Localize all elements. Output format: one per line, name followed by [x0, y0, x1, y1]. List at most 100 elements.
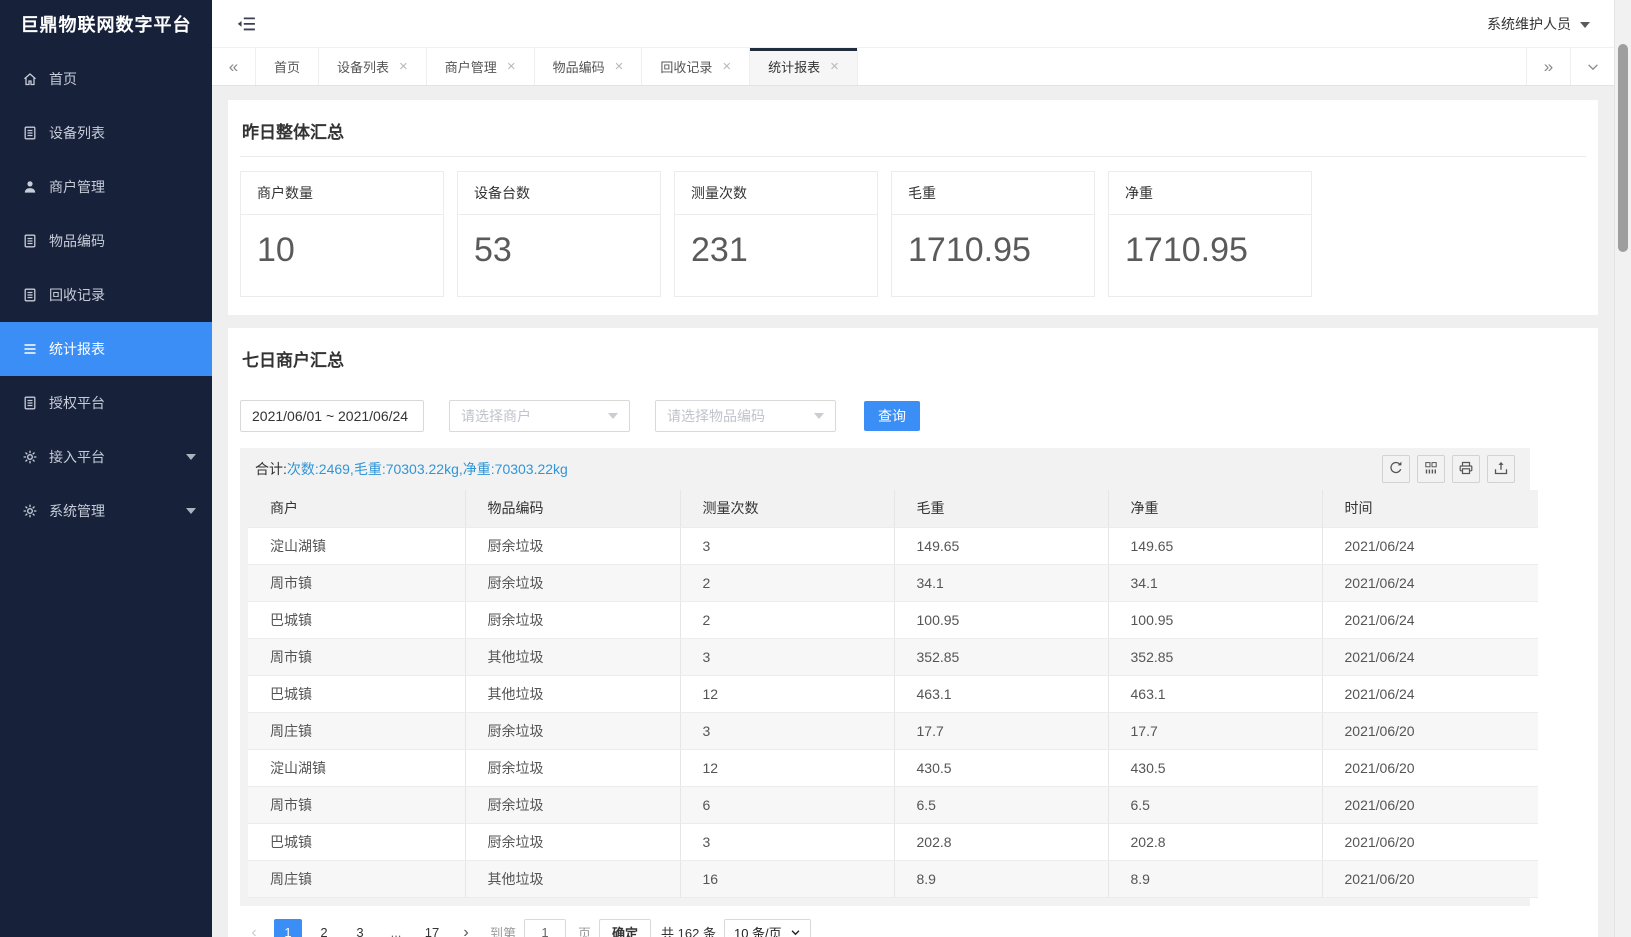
table-cell: 463.1 [894, 675, 1108, 712]
sidebar-item-item-code[interactable]: 物品编码 [0, 214, 212, 268]
column-header: 商户 [248, 490, 465, 527]
table-row[interactable]: 周庄镇其他垃圾168.98.92021/06/20 [248, 860, 1538, 897]
tabs-scroll-right-icon[interactable]: » [1526, 48, 1570, 85]
table-row[interactable]: 巴城镇厨余垃圾2100.95100.952021/06/24 [248, 601, 1538, 638]
page-content: 昨日整体汇总 商户数量10设备台数53测量次数231毛重1710.95净重171… [212, 86, 1614, 937]
close-icon[interactable]: × [830, 59, 839, 74]
close-icon[interactable]: × [722, 59, 731, 74]
table-cell: 巴城镇 [248, 675, 465, 712]
sidebar-menu: 首页设备列表商户管理物品编码回收记录统计报表授权平台接入平台系统管理 [0, 52, 212, 538]
gear-icon [22, 449, 38, 465]
sidebar-item-label: 授权平台 [49, 393, 105, 413]
sidebar-item-label: 物品编码 [49, 231, 105, 251]
table-cell: 厨余垃圾 [465, 601, 680, 638]
table-head: 商户物品编码测量次数毛重净重时间 [248, 490, 1538, 527]
stat-card-label: 设备台数 [458, 172, 660, 215]
item-code-select[interactable]: 请选择物品编码 [655, 400, 836, 432]
column-header: 净重 [1108, 490, 1322, 527]
home-icon [22, 71, 38, 87]
page-button-17[interactable]: 17 [418, 919, 446, 937]
user-menu[interactable]: 系统维护人员 [1487, 14, 1590, 34]
table-cell: 12 [680, 675, 894, 712]
table-cell: 3 [680, 527, 894, 564]
close-icon[interactable]: × [615, 59, 624, 74]
tabs-menu-icon[interactable] [1570, 48, 1614, 85]
table-cell: 463.1 [1108, 675, 1322, 712]
column-header: 测量次数 [680, 490, 894, 527]
stat-card-label: 毛重 [892, 172, 1094, 215]
table-cell: 3 [680, 712, 894, 749]
tab-label: 统计报表 [768, 57, 820, 76]
scrollbar-thumb[interactable] [1618, 44, 1628, 252]
sidebar-item-system-mgmt[interactable]: 系统管理 [0, 484, 212, 538]
search-button[interactable]: 查询 [864, 401, 920, 431]
sidebar-item-recycle-records[interactable]: 回收记录 [0, 268, 212, 322]
page-buttons: 123...17 [274, 919, 446, 937]
tabs-scroll-left-icon[interactable]: « [212, 48, 256, 85]
chevron-down-icon [790, 927, 801, 937]
table-row[interactable]: 淀山湖镇厨余垃圾12430.5430.52021/06/20 [248, 749, 1538, 786]
tab-merchant-mgmt[interactable]: 商户管理× [427, 48, 535, 85]
table-row[interactable]: 淀山湖镇厨余垃圾3149.65149.652021/06/24 [248, 527, 1538, 564]
table-cell: 8.9 [894, 860, 1108, 897]
sidebar-item-device-list[interactable]: 设备列表 [0, 106, 212, 160]
sidebar-item-home[interactable]: 首页 [0, 52, 212, 106]
tab-item-code[interactable]: 物品编码× [535, 48, 643, 85]
table-cell: 2021/06/20 [1322, 712, 1538, 749]
page-size-value: 10 条/页 [734, 923, 782, 937]
print-icon [1458, 460, 1474, 479]
page-unit-label: 页 [578, 923, 591, 937]
page-button-2[interactable]: 2 [310, 919, 338, 937]
tab-home[interactable]: 首页 [256, 48, 319, 85]
table-row[interactable]: 巴城镇其他垃圾12463.1463.12021/06/24 [248, 675, 1538, 712]
tab-recycle-records[interactable]: 回收记录× [642, 48, 750, 85]
table-row[interactable]: 周市镇厨余垃圾234.134.12021/06/24 [248, 564, 1538, 601]
table-cell: 厨余垃圾 [465, 527, 680, 564]
columns-button[interactable] [1417, 455, 1445, 483]
table-cell: 12 [680, 749, 894, 786]
page-size-select[interactable]: 10 条/页 [724, 919, 811, 937]
table-row[interactable]: 周市镇其他垃圾3352.85352.852021/06/24 [248, 638, 1538, 675]
print-button[interactable] [1452, 455, 1480, 483]
table-cell: 2021/06/24 [1322, 638, 1538, 675]
table-row[interactable]: 周市镇厨余垃圾66.56.52021/06/20 [248, 786, 1538, 823]
sidebar-item-access-platform[interactable]: 接入平台 [0, 430, 212, 484]
sidebar-item-merchant-mgmt[interactable]: 商户管理 [0, 160, 212, 214]
stat-card-net-weight: 净重1710.95 [1108, 171, 1312, 297]
table-cell: 149.65 [894, 527, 1108, 564]
date-range-input[interactable]: 2021/06/01 ~ 2021/06/24 [240, 400, 424, 432]
previous-page-icon[interactable]: ‹ [242, 919, 266, 937]
section-title-yesterday-summary: 昨日整体汇总 [240, 114, 1586, 157]
page-button-3[interactable]: 3 [346, 919, 374, 937]
table-cell: 202.8 [894, 823, 1108, 860]
stat-card-label: 测量次数 [675, 172, 877, 215]
table-cell: 2021/06/24 [1322, 564, 1538, 601]
sidebar-item-auth-platform[interactable]: 授权平台 [0, 376, 212, 430]
sidebar-item-report-stats[interactable]: 统计报表 [0, 322, 212, 376]
confirm-page-button[interactable]: 确定 [599, 919, 651, 937]
goto-page-input[interactable] [524, 919, 566, 937]
refresh-button[interactable] [1382, 455, 1410, 483]
page-button-1[interactable]: 1 [274, 919, 302, 937]
stat-card-merchant-count: 商户数量10 [240, 171, 444, 297]
table-cell: 周庄镇 [248, 712, 465, 749]
table-row[interactable]: 周庄镇厨余垃圾317.717.72021/06/20 [248, 712, 1538, 749]
close-icon[interactable]: × [399, 59, 408, 74]
merchant-select-placeholder: 请选择商户 [461, 406, 531, 426]
stat-card-label: 商户数量 [241, 172, 443, 215]
table-cell: 430.5 [894, 749, 1108, 786]
tab-device-list[interactable]: 设备列表× [319, 48, 427, 85]
close-icon[interactable]: × [507, 59, 516, 74]
export-button[interactable] [1487, 455, 1515, 483]
collapse-sidebar-icon[interactable] [236, 15, 256, 33]
table-cell: 周市镇 [248, 564, 465, 601]
tab-label: 首页 [274, 57, 300, 76]
next-page-icon[interactable]: › [454, 919, 478, 937]
chevron-down-icon [186, 454, 196, 460]
item-code-select-placeholder: 请选择物品编码 [667, 406, 765, 426]
stat-cards: 商户数量10设备台数53测量次数231毛重1710.95净重1710.95 [240, 171, 1586, 297]
tab-report-stats[interactable]: 统计报表 × [750, 48, 858, 85]
table-row[interactable]: 巴城镇厨余垃圾3202.8202.82021/06/20 [248, 823, 1538, 860]
merchant-select[interactable]: 请选择商户 [449, 400, 630, 432]
vertical-scrollbar[interactable] [1614, 0, 1631, 937]
